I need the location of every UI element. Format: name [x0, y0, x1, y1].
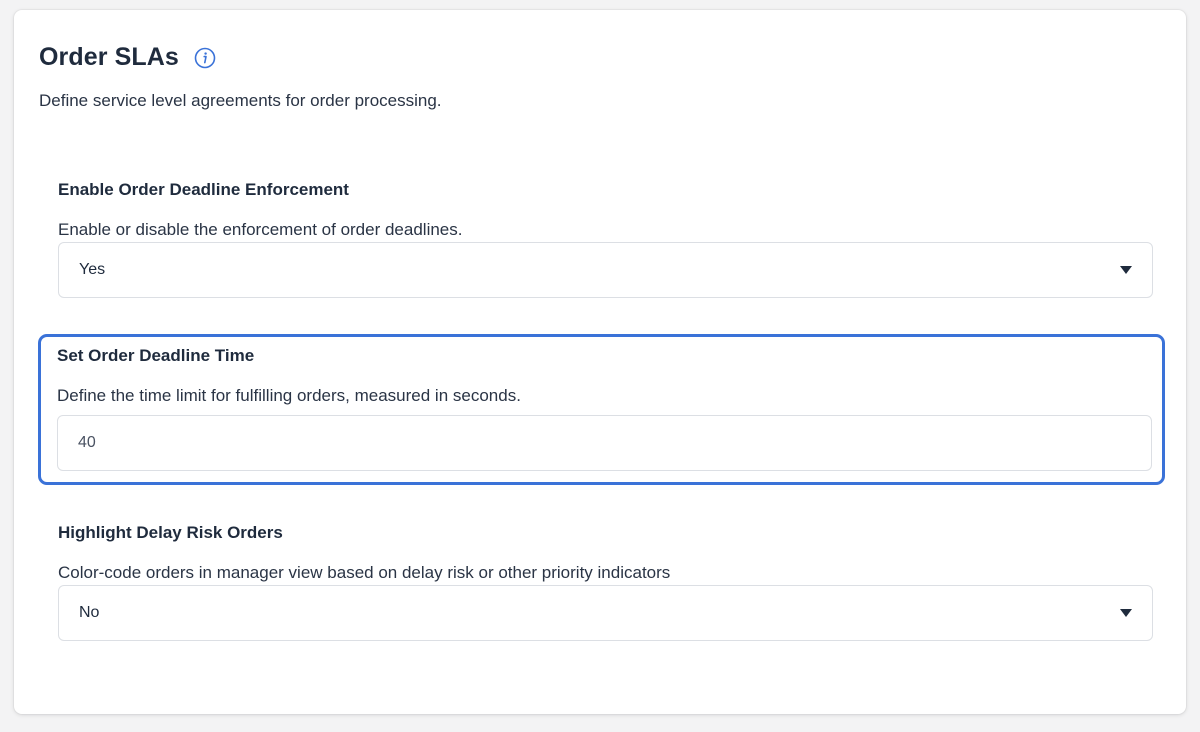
- delay-risk-select[interactable]: No: [58, 585, 1153, 641]
- setting-enable-order-deadline: Enable Order Deadline Enforcement Enable…: [39, 165, 1163, 313]
- order-slas-card: Order SLAs Define service level agreemen…: [14, 10, 1186, 714]
- setting-order-deadline-time: Set Order Deadline Time Define the time …: [38, 334, 1165, 485]
- setting-title: Set Order Deadline Time: [57, 346, 255, 365]
- page-subtitle: Define service level agreements for orde…: [39, 91, 442, 110]
- deadline-time-input[interactable]: [57, 415, 1152, 471]
- caret-down-icon: [1120, 609, 1132, 617]
- title-row: Order SLAs: [39, 43, 216, 72]
- info-icon[interactable]: [194, 47, 216, 69]
- select-value: Yes: [79, 261, 106, 278]
- setting-title: Enable Order Deadline Enforcement: [58, 180, 349, 199]
- setting-description: Color-code orders in manager view based …: [58, 563, 671, 582]
- caret-down-icon: [1120, 266, 1132, 274]
- setting-title: Highlight Delay Risk Orders: [58, 523, 283, 542]
- setting-description: Enable or disable the enforcement of ord…: [58, 220, 463, 239]
- page-title: Order SLAs: [39, 43, 179, 71]
- select-value: No: [79, 604, 100, 621]
- setting-description: Define the time limit for fulfilling ord…: [57, 386, 521, 405]
- enforcement-select[interactable]: Yes: [58, 242, 1153, 298]
- setting-highlight-delay-risk: Highlight Delay Risk Orders Color-code o…: [39, 508, 1163, 656]
